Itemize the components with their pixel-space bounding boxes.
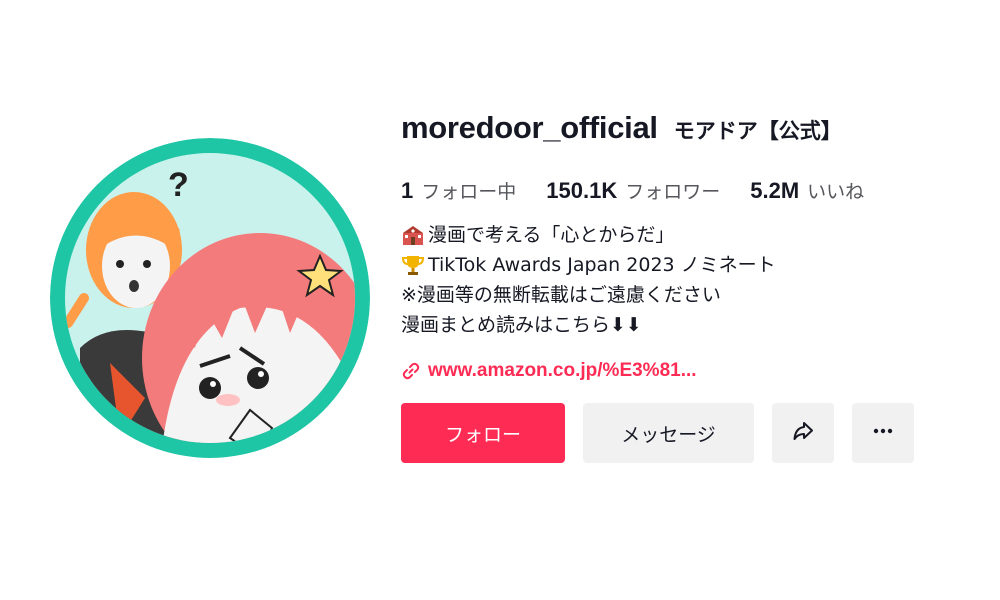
bio-text: TikTok Awards Japan 2023 ノミネート — [428, 254, 776, 276]
stats-row: 1 フォロー中 150.1K フォロワー 5.2M いいね — [401, 177, 991, 204]
trophy-icon — [401, 253, 425, 277]
more-icon — [871, 419, 895, 448]
avatar-illustration: ? — [50, 138, 370, 458]
following-stat[interactable]: 1 フォロー中 — [401, 177, 516, 204]
nickname: モアドア【公式】 — [673, 119, 842, 143]
bio: 漫画で考える「心とからだ」 TikTok Awards Japan 2023 ノ… — [401, 220, 991, 340]
follow-button[interactable]: フォロー — [401, 403, 565, 463]
bio-text: 漫画まとめ読みはこちら⬇⬇ — [401, 314, 642, 336]
share-button[interactable] — [772, 403, 834, 463]
bio-line: 漫画で考える「心とからだ」 — [401, 220, 991, 250]
likes-label: いいね — [807, 181, 865, 203]
bio-text: ※漫画等の無断転載はご遠慮ください — [401, 284, 721, 306]
followers-stat[interactable]: 150.1K フォロワー — [546, 177, 720, 204]
avatar[interactable]: ? — [50, 138, 370, 458]
following-label: フォロー中 — [421, 181, 517, 203]
followers-count: 150.1K — [546, 178, 618, 203]
message-button[interactable]: メッセージ — [583, 403, 754, 463]
more-button[interactable] — [852, 403, 914, 463]
likes-count: 5.2M — [750, 178, 800, 203]
name-row: moredoor_official モアドア【公式】 — [401, 110, 991, 146]
bio-line: 漫画まとめ読みはこちら⬇⬇ — [401, 310, 991, 340]
likes-stat: 5.2M いいね — [750, 177, 864, 204]
school-icon — [401, 223, 425, 247]
link-url[interactable]: www.amazon.co.jp/%E3%81... — [428, 360, 697, 382]
svg-text:?: ? — [168, 166, 189, 204]
action-row: フォロー メッセージ — [401, 403, 991, 463]
following-count: 1 — [401, 178, 414, 203]
bio-link[interactable]: www.amazon.co.jp/%E3%81... — [401, 360, 991, 382]
bio-line: TikTok Awards Japan 2023 ノミネート — [401, 250, 991, 280]
bio-text: 漫画で考える「心とからだ」 — [428, 224, 675, 246]
followers-label: フォロワー — [625, 181, 721, 203]
profile-page: ? moredoor_official モアドア【公式】 1 フォロー中 150… — [0, 0, 1000, 600]
bio-line: ※漫画等の無断転載はご遠慮ください — [401, 280, 991, 310]
share-icon — [791, 419, 815, 448]
username: moredoor_official — [401, 110, 658, 145]
link-icon — [401, 361, 421, 381]
profile-info: moredoor_official モアドア【公式】 1 フォロー中 150.1… — [401, 110, 991, 463]
